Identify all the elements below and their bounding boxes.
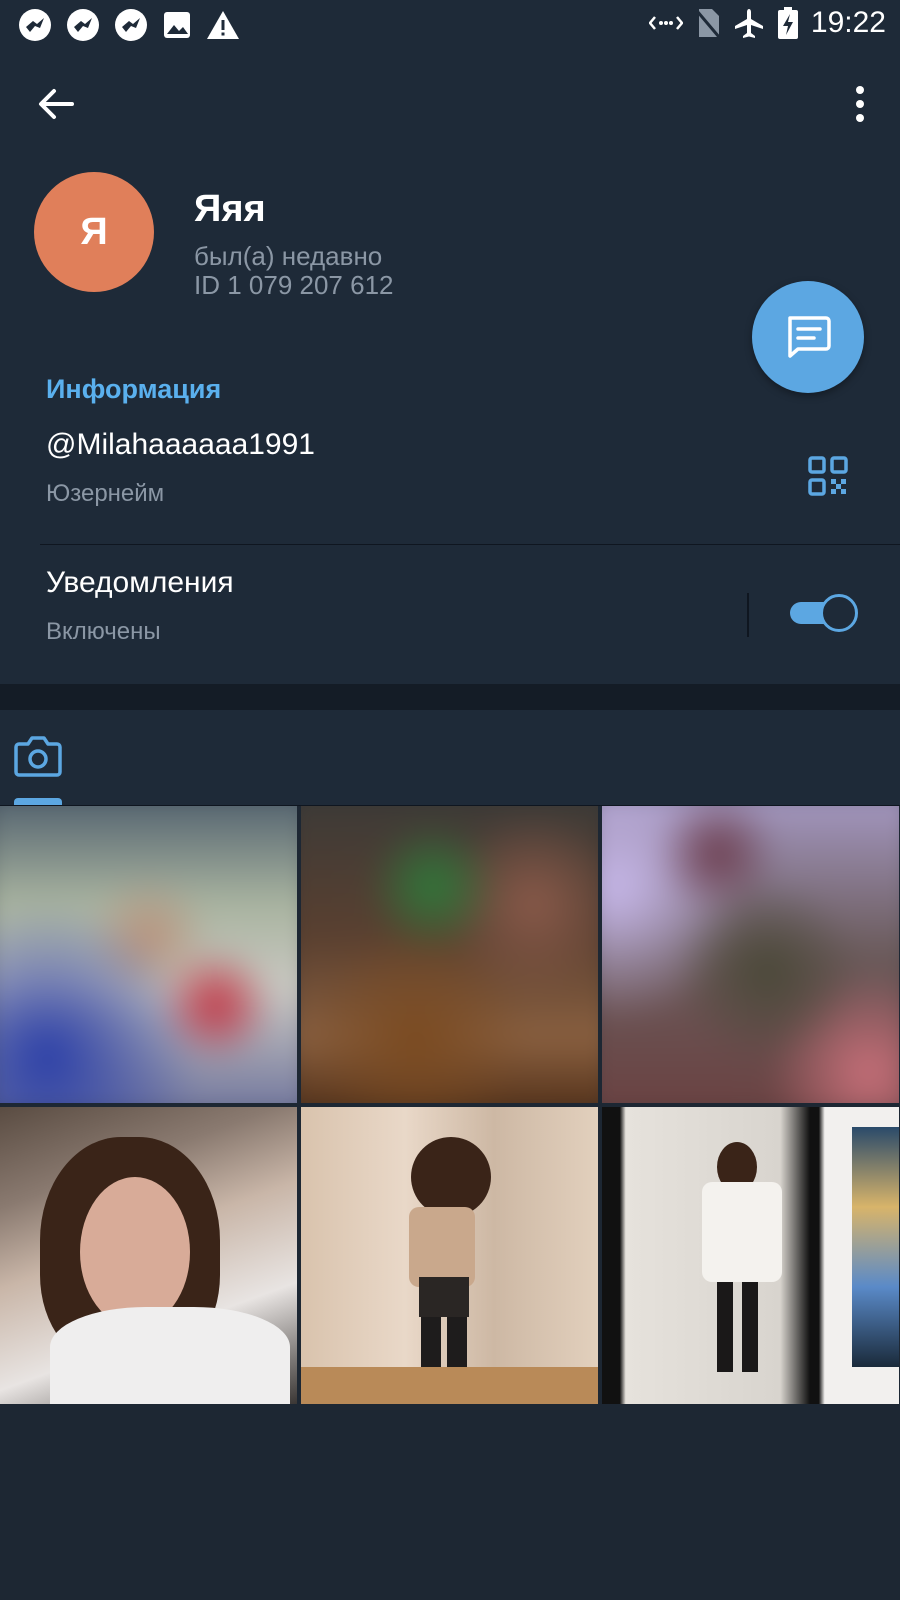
username-label: Юзернейм <box>46 480 165 507</box>
photo-grid <box>0 806 900 1406</box>
photo-thumbnail[interactable] <box>602 1107 899 1404</box>
last-seen-text: был(а) недавно <box>194 241 383 271</box>
notification-icons <box>18 8 240 42</box>
section-gap <box>0 684 900 710</box>
data-transfer-icon <box>648 16 683 30</box>
back-arrow-icon[interactable] <box>34 82 78 126</box>
profile-status: был(а) недавно ID 1 079 207 612 <box>194 242 394 300</box>
photo-thumbnail[interactable] <box>0 1107 297 1404</box>
notifications-toggle[interactable] <box>790 594 858 632</box>
airplane-mode-icon <box>734 9 763 38</box>
profile-header: Я Яяя был(а) недавно ID 1 079 207 612 <box>0 50 900 336</box>
photo-thumbnail[interactable] <box>301 1107 598 1404</box>
vertical-divider <box>747 593 749 637</box>
info-section: Информация @Milahaaaaaa1991 Юзернейм Уве… <box>0 336 900 684</box>
photo-thumbnail[interactable] <box>602 806 899 1103</box>
battery-charging-icon <box>777 7 798 39</box>
camera-icon[interactable] <box>14 734 62 778</box>
toggle-knob <box>820 594 858 632</box>
media-tabs <box>0 710 900 806</box>
bird-notification-icon <box>67 9 99 41</box>
username-value[interactable]: @Milahaaaaaa1991 <box>46 428 315 462</box>
photo-thumbnail[interactable] <box>0 806 297 1103</box>
system-icons: 19:22 <box>648 6 886 40</box>
status-bar: 19:22 <box>0 0 900 50</box>
no-sim-icon <box>695 9 721 38</box>
profile-name: Яяя <box>194 188 266 230</box>
more-options-icon[interactable] <box>850 84 870 124</box>
empty-area <box>0 1406 900 1600</box>
notifications-state: Включены <box>46 618 161 645</box>
photo-thumbnail[interactable] <box>301 806 598 1103</box>
clock: 19:22 <box>810 6 886 39</box>
user-id-text: ID 1 079 207 612 <box>194 270 394 300</box>
avatar-letter: Я <box>80 210 108 253</box>
image-icon <box>164 12 190 38</box>
divider <box>40 544 900 545</box>
warning-icon <box>207 11 239 39</box>
send-message-button[interactable] <box>752 281 864 393</box>
bird-notification-icon <box>19 9 51 41</box>
bird-notification-icon <box>115 9 147 41</box>
message-icon <box>788 316 831 358</box>
info-section-title: Информация <box>46 374 222 404</box>
notifications-title[interactable]: Уведомления <box>46 566 234 600</box>
avatar[interactable]: Я <box>34 172 154 292</box>
qr-code-icon[interactable] <box>808 456 848 496</box>
